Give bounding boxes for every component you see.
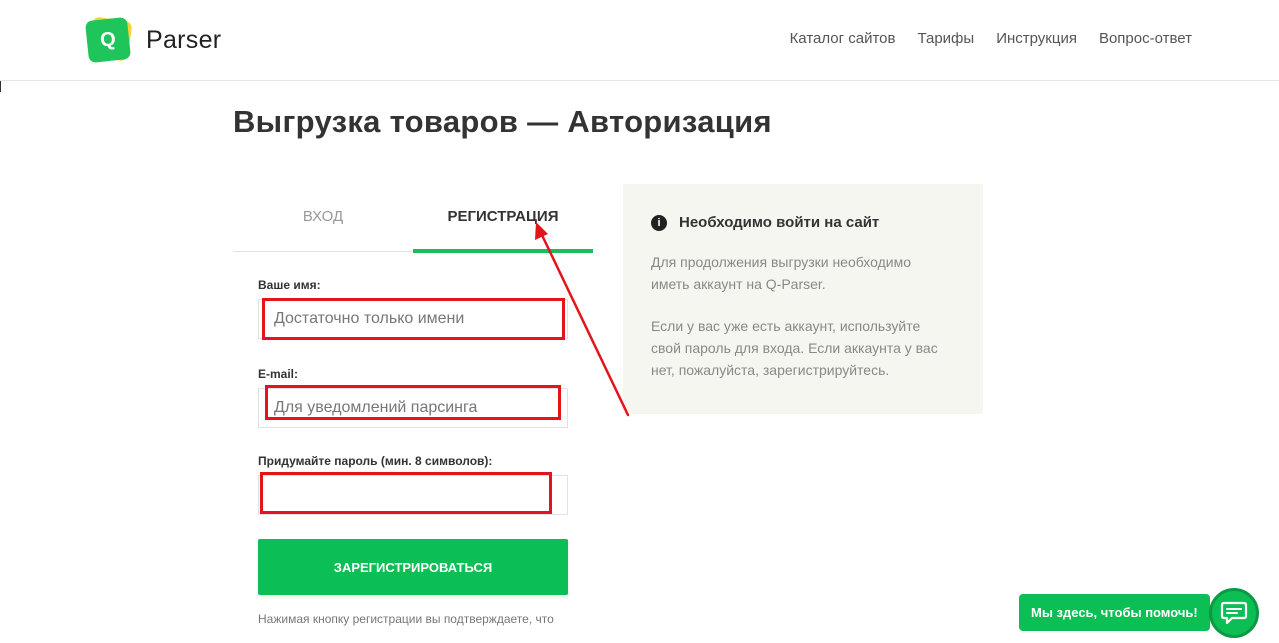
password-field-group: Придумайте пароль (мин. 8 символов): <box>258 454 568 515</box>
password-label: Придумайте пароль (мин. 8 символов): <box>258 454 493 468</box>
password-input[interactable] <box>259 476 567 514</box>
email-label: E-mail: <box>258 367 299 381</box>
main-nav: Каталог сайтов Тарифы Инструкция Вопрос-… <box>790 30 1192 47</box>
logo-mark-letter: Q <box>84 16 132 64</box>
consent-text: Нажимая кнопку регистрации вы подтвержда… <box>258 612 554 626</box>
tab-register[interactable]: РЕГИСТРАЦИЯ <box>413 184 593 253</box>
info-paragraph-1: Для продолжения выгрузки необходимо имет… <box>651 254 912 292</box>
name-label: Ваше имя: <box>258 278 321 292</box>
info-paragraph-2: Если у вас уже есть аккаунт, используйте… <box>651 318 938 378</box>
nav-link-pricing[interactable]: Тарифы <box>918 30 975 47</box>
nav-link-faq[interactable]: Вопрос-ответ <box>1099 30 1192 47</box>
name-field-wrapper <box>258 299 568 339</box>
chat-open-button[interactable] <box>1209 588 1259 638</box>
tab-login[interactable]: ВХОД <box>233 184 413 252</box>
page: Q Parser Каталог сайтов Тарифы Инструкци… <box>0 0 1279 643</box>
info-panel-title-text: Необходимо войти на сайт <box>679 214 880 231</box>
info-icon: i <box>651 214 667 231</box>
nav-link-instructions[interactable]: Инструкция <box>996 30 1077 47</box>
logo-icon: Q <box>84 16 133 64</box>
chat-help-bubble[interactable]: Мы здесь, чтобы помочь! <box>1019 594 1210 631</box>
logo[interactable]: Q Parser <box>84 16 222 64</box>
name-field-group: Ваше имя: <box>258 278 568 339</box>
site-header: Q Parser Каталог сайтов Тарифы Инструкци… <box>0 0 1279 81</box>
email-field-group: E-mail: <box>258 367 568 428</box>
nav-link-catalog[interactable]: Каталог сайтов <box>790 30 896 47</box>
auth-tabs: ВХОД РЕГИСТРАЦИЯ <box>233 184 593 253</box>
password-field-wrapper <box>258 475 568 515</box>
chat-icon <box>1220 601 1248 625</box>
name-input[interactable] <box>259 300 567 338</box>
email-field-wrapper <box>258 388 568 428</box>
email-input[interactable] <box>259 389 567 427</box>
info-panel-title: i Необходимо войти на сайт <box>651 214 955 231</box>
info-panel: i Необходимо войти на сайт Для продолжен… <box>623 184 983 414</box>
register-button[interactable]: ЗАРЕГИСТРИРОВАТЬСЯ <box>258 539 568 595</box>
page-title: Выгрузка товаров — Авторизация <box>233 104 772 139</box>
logo-text: Parser <box>146 25 222 54</box>
